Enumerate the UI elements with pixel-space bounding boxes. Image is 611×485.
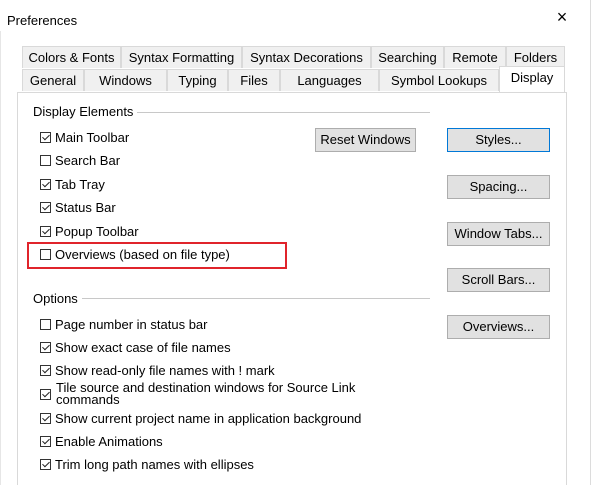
checkbox-page-number[interactable]: Page number in status bar: [40, 315, 207, 333]
options-divider: [36, 298, 430, 299]
reset-windows-button[interactable]: Reset Windows: [315, 128, 416, 152]
checkbox-box[interactable]: [40, 458, 51, 470]
checkbox-tab-tray[interactable]: Tab Tray: [40, 175, 105, 193]
red-highlight-box: [27, 242, 287, 269]
window-tabs-button[interactable]: Window Tabs...: [447, 222, 550, 246]
checkbox-label: Show read-only file names with ! mark: [55, 362, 275, 378]
tab-windows[interactable]: Windows: [84, 69, 167, 91]
checkbox-label: Enable Animations: [55, 433, 163, 449]
checkbox-box[interactable]: [40, 341, 51, 353]
checkbox-enable-animations[interactable]: Enable Animations: [40, 432, 163, 450]
close-icon[interactable]: ×: [554, 8, 570, 26]
overviews-button[interactable]: Overviews...: [447, 315, 550, 339]
scroll-bars-button[interactable]: Scroll Bars...: [447, 268, 550, 292]
checkbox-main-toolbar[interactable]: Main Toolbar: [40, 128, 129, 146]
window-right-margin: [591, 0, 611, 485]
checkbox-project-name[interactable]: Show current project name in application…: [40, 409, 361, 427]
checkbox-label: Status Bar: [55, 199, 116, 215]
tab-syntax-formatting[interactable]: Syntax Formatting: [121, 46, 242, 68]
display-elements-heading: Display Elements: [33, 104, 138, 119]
tab-symbol-lookups[interactable]: Symbol Lookups: [379, 69, 499, 91]
tab-searching[interactable]: Searching: [371, 46, 444, 68]
checkbox-box[interactable]: [40, 178, 51, 190]
checkbox-label: Page number in status bar: [55, 316, 208, 332]
checkbox-box[interactable]: [40, 364, 51, 376]
checkbox-tile-windows-label: Tile source and destination windows for …: [56, 382, 356, 407]
tab-display[interactable]: Display: [499, 66, 565, 92]
checkbox-label: Show current project name in application…: [55, 410, 362, 426]
tab-general[interactable]: General: [22, 69, 84, 91]
checkbox-box[interactable]: [40, 225, 51, 237]
checkbox-trim-path[interactable]: Trim long path names with ellipses: [40, 455, 254, 473]
title-bar: Preferences ×: [0, 0, 591, 32]
checkbox-popup-toolbar[interactable]: Popup Toolbar: [40, 222, 139, 240]
tab-syntax-decorations[interactable]: Syntax Decorations: [242, 46, 371, 68]
checkbox-label: Main Toolbar: [55, 129, 130, 145]
checkbox-label: Tab Tray: [55, 176, 105, 192]
tab-files[interactable]: Files: [228, 69, 280, 91]
window-title: Preferences: [7, 13, 78, 28]
checkbox-box[interactable]: [40, 435, 51, 447]
checkbox-box[interactable]: [40, 412, 51, 424]
checkbox-tile-windows[interactable]: [40, 385, 55, 403]
checkbox-status-bar[interactable]: Status Bar: [40, 198, 116, 216]
options-heading: Options: [33, 291, 82, 306]
styles-button[interactable]: Styles...: [447, 128, 550, 152]
checkbox-label: Show exact case of file names: [55, 339, 231, 355]
tab-remote[interactable]: Remote: [444, 46, 506, 68]
checkbox-box[interactable]: [40, 154, 51, 166]
checkbox-read-only-mark[interactable]: Show read-only file names with ! mark: [40, 361, 275, 379]
spacing-button[interactable]: Spacing...: [447, 175, 550, 199]
window-left-border: [0, 31, 1, 485]
checkbox-label: Search Bar: [55, 152, 121, 168]
tab-typing[interactable]: Typing: [167, 69, 228, 91]
checkbox-box[interactable]: [40, 201, 51, 213]
checkbox-box[interactable]: [40, 318, 51, 330]
tab-languages[interactable]: Languages: [280, 69, 379, 91]
checkbox-label: Popup Toolbar: [55, 223, 139, 239]
checkbox-search-bar[interactable]: Search Bar: [40, 151, 120, 169]
tab-folders[interactable]: Folders: [506, 46, 565, 68]
checkbox-box[interactable]: [40, 388, 51, 400]
checkbox-box[interactable]: [40, 131, 51, 143]
checkbox-exact-case[interactable]: Show exact case of file names: [40, 338, 231, 356]
tab-colors-fonts[interactable]: Colors & Fonts: [22, 46, 121, 68]
checkbox-label: Trim long path names with ellipses: [55, 456, 254, 472]
window-right-border: [590, 0, 591, 485]
